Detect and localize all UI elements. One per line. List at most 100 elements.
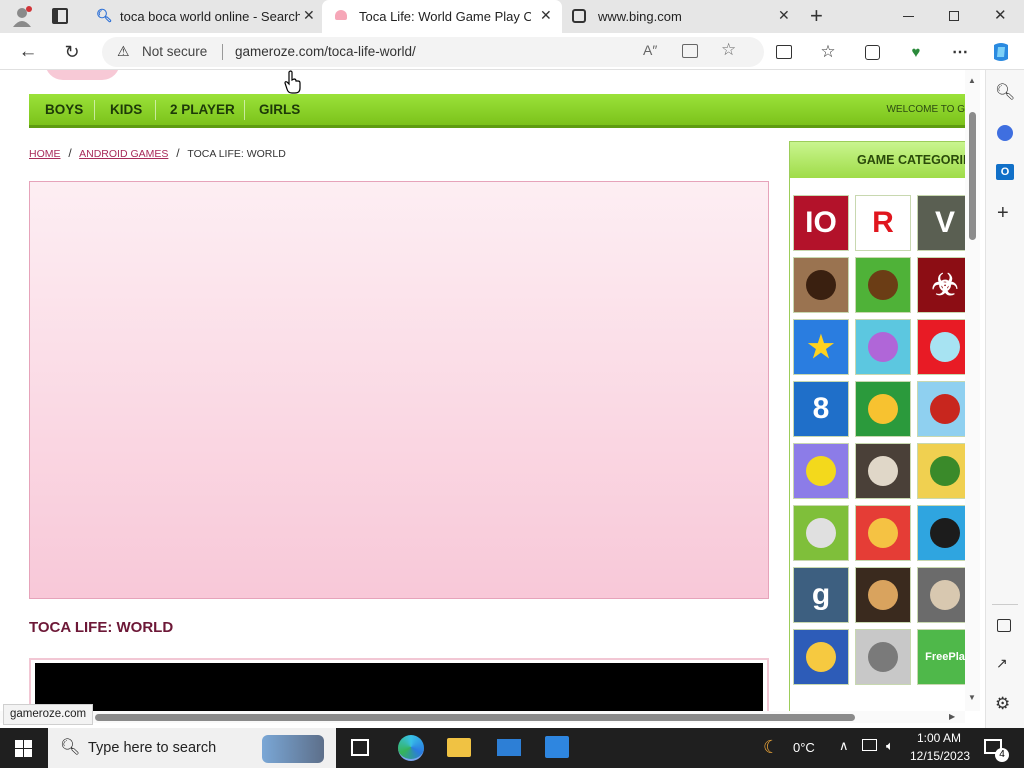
address-bar[interactable]: ⚠ Not secure gameroze.com/toca-life-worl… (102, 37, 764, 67)
tab-title: toca boca world online - Search (120, 9, 300, 24)
nav-item-2-player[interactable]: 2 PLAYER (170, 102, 235, 117)
scroll-right-icon[interactable]: ▶ (949, 712, 955, 721)
favorite-star-icon[interactable]: ☆ (721, 40, 736, 60)
new-tab-button[interactable]: + (810, 3, 823, 29)
collections-icon[interactable] (861, 41, 883, 63)
thumb-minecraft[interactable] (855, 257, 911, 313)
breadcrumb-android-games[interactable]: ANDROID GAMES (79, 148, 168, 160)
split-screen-icon[interactable] (773, 41, 795, 63)
nav-item-boys[interactable]: BOYS (45, 102, 83, 117)
categories-header: GAME CATEGORIE (790, 142, 965, 178)
url-text[interactable]: gameroze.com/toca-life-world/ (235, 44, 416, 59)
tab-toca-life-world[interactable]: Toca Life: World Game Play Onlin ✕ (322, 0, 562, 33)
page-vertical-scrollbar[interactable]: ▲ ▼ (965, 70, 980, 711)
page-horizontal-scrollbar[interactable]: ▶ (0, 711, 965, 723)
task-view-icon[interactable] (351, 739, 369, 756)
thumb-clash-royale[interactable] (793, 629, 849, 685)
thumb-hello-neighbor[interactable] (793, 257, 849, 313)
thumb-anime-girl[interactable] (855, 319, 911, 375)
thumb-evil-nun[interactable] (855, 443, 911, 499)
tab-bing[interactable]: www.bing.com ✕ (562, 0, 802, 33)
close-window-icon[interactable]: ✕ (994, 6, 1007, 24)
copilot-icon[interactable] (990, 41, 1012, 63)
game-player[interactable] (35, 663, 763, 711)
thumb-among-us[interactable] (917, 319, 965, 375)
thumb-kick-buddy[interactable] (855, 505, 911, 561)
thumb-label: ★ (807, 330, 835, 364)
thumb-hill-climb[interactable] (917, 381, 965, 437)
tab-actions-icon[interactable] (52, 8, 68, 24)
thumb-roblox[interactable]: R (855, 195, 911, 251)
thumb-figure-icon (868, 580, 898, 610)
thumb-biohazard[interactable]: ☣ (917, 257, 965, 313)
favorites-icon[interactable]: ☆ (817, 41, 839, 63)
edge-taskbar-icon[interactable] (398, 735, 424, 761)
performance-icon[interactable]: ♥ (905, 41, 927, 63)
scroll-down-icon[interactable]: ▼ (968, 693, 976, 702)
microsoft-store-icon[interactable] (545, 736, 569, 758)
restore-icon[interactable] (949, 11, 959, 21)
scroll-up-icon[interactable]: ▲ (968, 76, 976, 85)
taskbar-search-box[interactable]: 🔍︎ Type here to search (48, 728, 336, 768)
site-logo-fragment (45, 70, 120, 80)
close-tab-icon[interactable]: ✕ (303, 7, 315, 24)
thumb-fnaf[interactable] (855, 567, 911, 623)
read-aloud-icon[interactable]: A″ (643, 42, 657, 58)
sidebar-settings-icon[interactable]: ⚙ (995, 694, 1010, 714)
minimize-icon[interactable] (903, 16, 914, 17)
profile-icon[interactable] (11, 5, 33, 27)
thumb-gmod[interactable]: g (793, 567, 849, 623)
search-icon: 🔍︎ (60, 739, 81, 756)
thumb-fnf[interactable] (917, 505, 965, 561)
thumb-brawl-stars[interactable]: ★ (793, 319, 849, 375)
refresh-icon[interactable]: ↻ (61, 41, 83, 63)
thumb-io-games[interactable]: IO (793, 195, 849, 251)
breadcrumb-home[interactable]: HOME (29, 148, 61, 160)
weather-temp[interactable]: 0°C (793, 740, 815, 755)
nav-item-kids[interactable]: KIDS (110, 102, 142, 117)
sidebar-external-icon[interactable]: ↗ (996, 655, 1008, 672)
thumb-granny[interactable] (917, 567, 965, 623)
vertical-scroll-thumb[interactable] (969, 112, 976, 240)
tab-search[interactable]: 🔍︎ toca boca world online - Search ✕ (84, 0, 322, 33)
thumb-tower-defense[interactable] (793, 505, 849, 561)
tray-chevron-icon[interactable]: ∧ (839, 738, 849, 754)
volume-icon[interactable]: 🔈︎ (886, 738, 894, 754)
immersive-reader-icon[interactable] (682, 44, 698, 58)
security-label[interactable]: Not secure (142, 44, 207, 59)
thumb-freeplay[interactable]: FreePla (917, 629, 965, 685)
mail-icon[interactable] (497, 739, 521, 756)
thumb-talking-tom[interactable] (855, 629, 911, 685)
thumb-candy-match[interactable] (855, 381, 911, 437)
game-categories-panel: GAME CATEGORIE IO R V ☣ ★ 8 g FreePla (789, 141, 965, 711)
thumb-bloons[interactable] (917, 443, 965, 499)
advertisement-box[interactable] (29, 181, 769, 599)
sidebar-outlook-icon[interactable]: O (996, 164, 1014, 180)
sidebar-copilot-icon[interactable] (997, 125, 1013, 141)
sidebar-add-icon[interactable]: + (997, 202, 1009, 225)
weather-moon-icon[interactable]: ☾ (763, 737, 779, 758)
search-placeholder: Type here to search (88, 740, 217, 756)
thumb-label: R (872, 206, 894, 239)
back-icon[interactable]: ← (17, 41, 39, 63)
thumb-figure-icon (868, 518, 898, 548)
close-tab-icon[interactable]: ✕ (778, 7, 790, 24)
clock-time[interactable]: 1:00 AM (917, 731, 961, 745)
sidebar-hide-icon[interactable] (997, 619, 1011, 632)
thumb-figure-icon (868, 332, 898, 362)
nav-item-girls[interactable]: GIRLS (259, 102, 300, 117)
network-icon[interactable] (862, 739, 877, 751)
thumb-8-ball-pool[interactable]: 8 (793, 381, 849, 437)
windows-start-icon[interactable] (15, 740, 32, 757)
sidebar-search-icon[interactable]: 🔍︎ (995, 82, 1015, 102)
thumb-gta[interactable]: V (917, 195, 965, 251)
file-explorer-icon[interactable] (447, 738, 471, 757)
more-menu-icon[interactable]: ⋯ (949, 41, 971, 63)
breadcrumb-current: TOCA LIFE: WORLD (187, 148, 286, 160)
clock-date[interactable]: 12/15/2023 (910, 749, 970, 763)
close-tab-icon[interactable]: ✕ (540, 7, 552, 24)
thumb-figure-icon (806, 518, 836, 548)
horizontal-scroll-thumb[interactable] (95, 714, 855, 721)
status-url-tooltip: gameroze.com (3, 704, 94, 725)
thumb-fall-runner[interactable] (793, 443, 849, 499)
